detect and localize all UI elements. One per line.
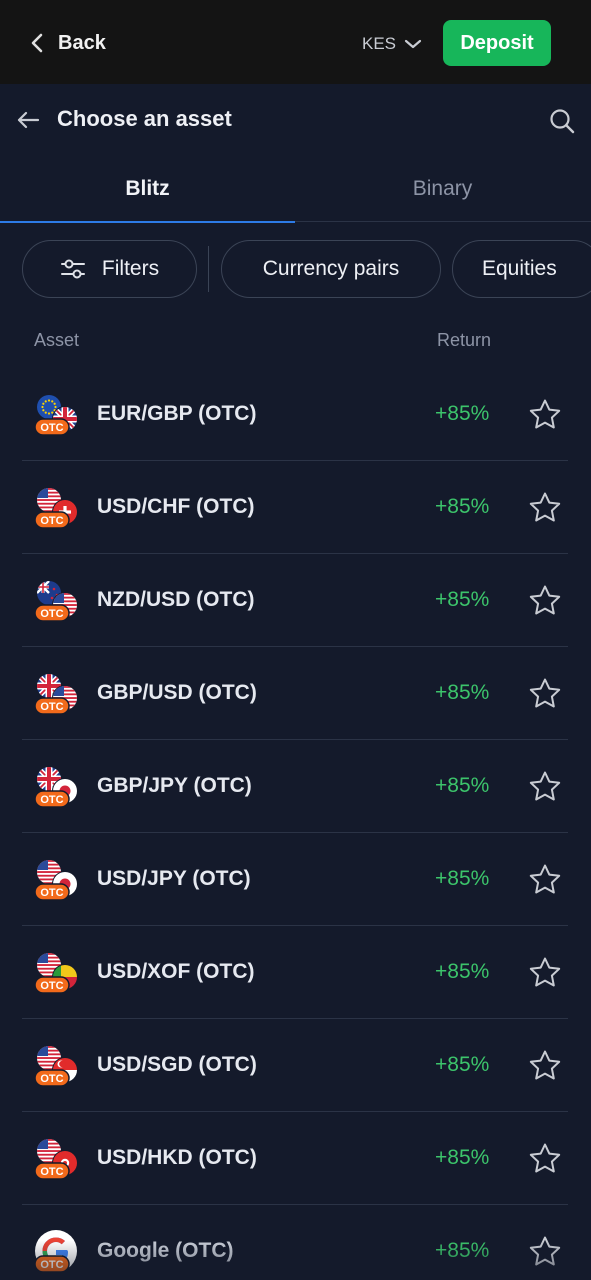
- asset-return: +85%: [435, 774, 490, 797]
- asset-flag-icon: OTC: [32, 671, 80, 717]
- asset-row[interactable]: OTC USD/SGD (OTC) +85%: [0, 1019, 591, 1112]
- deposit-button[interactable]: Deposit: [443, 20, 551, 66]
- asset-flag-icon: OTC: [32, 1229, 80, 1275]
- otc-badge: OTC: [34, 1162, 70, 1180]
- otc-badge: OTC: [34, 1255, 70, 1273]
- asset-return: +85%: [435, 867, 490, 890]
- asset-return: +85%: [435, 495, 490, 518]
- asset-return: +85%: [435, 588, 490, 611]
- tab-blitz[interactable]: Blitz: [0, 156, 295, 223]
- chevron-down-icon: [404, 39, 422, 49]
- column-asset: Asset: [34, 330, 80, 350]
- asset-name: USD/XOF (OTC): [97, 960, 255, 983]
- otc-badge: OTC: [34, 511, 70, 529]
- chip-equities[interactable]: Equities: [452, 240, 591, 298]
- mode-tabs: Blitz Binary: [0, 156, 591, 223]
- asset-row[interactable]: OTC Google (OTC) +85%: [0, 1205, 591, 1280]
- column-return: Return: [437, 330, 492, 350]
- star-outline-icon[interactable]: [527, 397, 563, 433]
- asset-flag-icon: OTC: [32, 950, 80, 996]
- otc-badge: OTC: [34, 697, 70, 715]
- back-label: Back: [58, 31, 106, 54]
- asset-name: EUR/GBP (OTC): [97, 402, 257, 425]
- chevron-left-icon: [31, 33, 43, 53]
- star-outline-icon[interactable]: [527, 490, 563, 526]
- page-title: Choose an asset: [57, 106, 232, 131]
- asset-flag-icon: OTC: [32, 485, 80, 531]
- back-button[interactable]: Back: [30, 26, 106, 60]
- asset-row[interactable]: OTC NZD/USD (OTC) +85%: [0, 554, 591, 647]
- asset-name: USD/CHF (OTC): [97, 495, 255, 518]
- svg-text:OTC: OTC: [40, 980, 63, 992]
- asset-name: USD/JPY (OTC): [97, 867, 251, 890]
- asset-flag-icon: OTC: [32, 764, 80, 810]
- star-outline-icon[interactable]: [527, 583, 563, 619]
- asset-row[interactable]: OTC USD/JPY (OTC) +85%: [0, 833, 591, 926]
- star-outline-icon[interactable]: [527, 1234, 563, 1270]
- otc-badge: OTC: [34, 976, 70, 994]
- asset-list: OTC EUR/GBP (OTC) +85% OTC USD/CHF (OTC) +85%…: [0, 368, 591, 1280]
- currency-label: KES: [362, 34, 397, 53]
- arrow-left-icon[interactable]: [15, 108, 41, 132]
- asset-row[interactable]: OTC USD/CHF (OTC) +85%: [0, 461, 591, 554]
- star-outline-icon[interactable]: [527, 1048, 563, 1084]
- svg-text:OTC: OTC: [40, 1259, 63, 1271]
- star-outline-icon[interactable]: [527, 862, 563, 898]
- asset-name: NZD/USD (OTC): [97, 588, 255, 611]
- asset-name: GBP/USD (OTC): [97, 681, 257, 704]
- svg-text:OTC: OTC: [40, 887, 63, 899]
- otc-badge: OTC: [34, 1069, 70, 1087]
- search-icon[interactable]: [548, 107, 576, 135]
- asset-return: +85%: [435, 1053, 490, 1076]
- asset-row[interactable]: OTC USD/XOF (OTC) +85%: [0, 926, 591, 1019]
- asset-return: +85%: [435, 1239, 490, 1262]
- asset-row[interactable]: OTC GBP/JPY (OTC) +85%: [0, 740, 591, 833]
- asset-return: +85%: [435, 960, 490, 983]
- asset-flag-icon: OTC: [32, 578, 80, 624]
- otc-badge: OTC: [34, 883, 70, 901]
- filter-chips: Filters Currency pairs Equities: [0, 240, 591, 298]
- otc-badge: OTC: [34, 418, 70, 436]
- svg-text:OTC: OTC: [40, 701, 63, 713]
- asset-name: GBP/JPY (OTC): [97, 774, 252, 797]
- asset-flag-icon: OTC: [32, 1136, 80, 1182]
- otc-badge: OTC: [34, 790, 70, 808]
- svg-text:OTC: OTC: [40, 608, 63, 620]
- asset-return: +85%: [435, 1146, 490, 1169]
- star-outline-icon[interactable]: [527, 955, 563, 991]
- chip-currency-pairs[interactable]: Currency pairs: [221, 240, 441, 298]
- asset-row[interactable]: OTC EUR/GBP (OTC) +85%: [0, 368, 591, 461]
- svg-text:OTC: OTC: [40, 1166, 63, 1178]
- star-outline-icon[interactable]: [527, 1141, 563, 1177]
- tab-binary[interactable]: Binary: [295, 156, 590, 222]
- otc-badge: OTC: [34, 604, 70, 622]
- asset-row[interactable]: OTC USD/HKD (OTC) +85%: [0, 1112, 591, 1205]
- svg-text:OTC: OTC: [40, 1073, 63, 1085]
- asset-return: +85%: [435, 402, 490, 425]
- star-outline-icon[interactable]: [527, 676, 563, 712]
- svg-text:OTC: OTC: [40, 515, 63, 527]
- asset-picker-header: Choose an asset: [0, 84, 591, 156]
- svg-text:OTC: OTC: [40, 422, 63, 434]
- asset-flag-icon: OTC: [32, 857, 80, 903]
- filters-label: Filters: [101, 257, 160, 280]
- asset-flag-icon: OTC: [32, 1043, 80, 1089]
- star-outline-icon[interactable]: [527, 769, 563, 805]
- asset-name: Google (OTC): [97, 1239, 234, 1262]
- top-bar: Back KES Deposit: [0, 0, 591, 84]
- asset-name: USD/SGD (OTC): [97, 1053, 257, 1076]
- svg-text:OTC: OTC: [40, 794, 63, 806]
- asset-return: +85%: [435, 681, 490, 704]
- asset-flag-icon: OTC: [32, 392, 80, 438]
- asset-name: USD/HKD (OTC): [97, 1146, 257, 1169]
- sliders-icon: [60, 259, 85, 279]
- filters-button[interactable]: Filters: [22, 240, 197, 298]
- asset-row[interactable]: OTC GBP/USD (OTC) +85%: [0, 647, 591, 740]
- chips-divider: [208, 246, 209, 292]
- currency-selector[interactable]: KES: [362, 30, 422, 58]
- column-headers: Asset Return: [0, 330, 591, 356]
